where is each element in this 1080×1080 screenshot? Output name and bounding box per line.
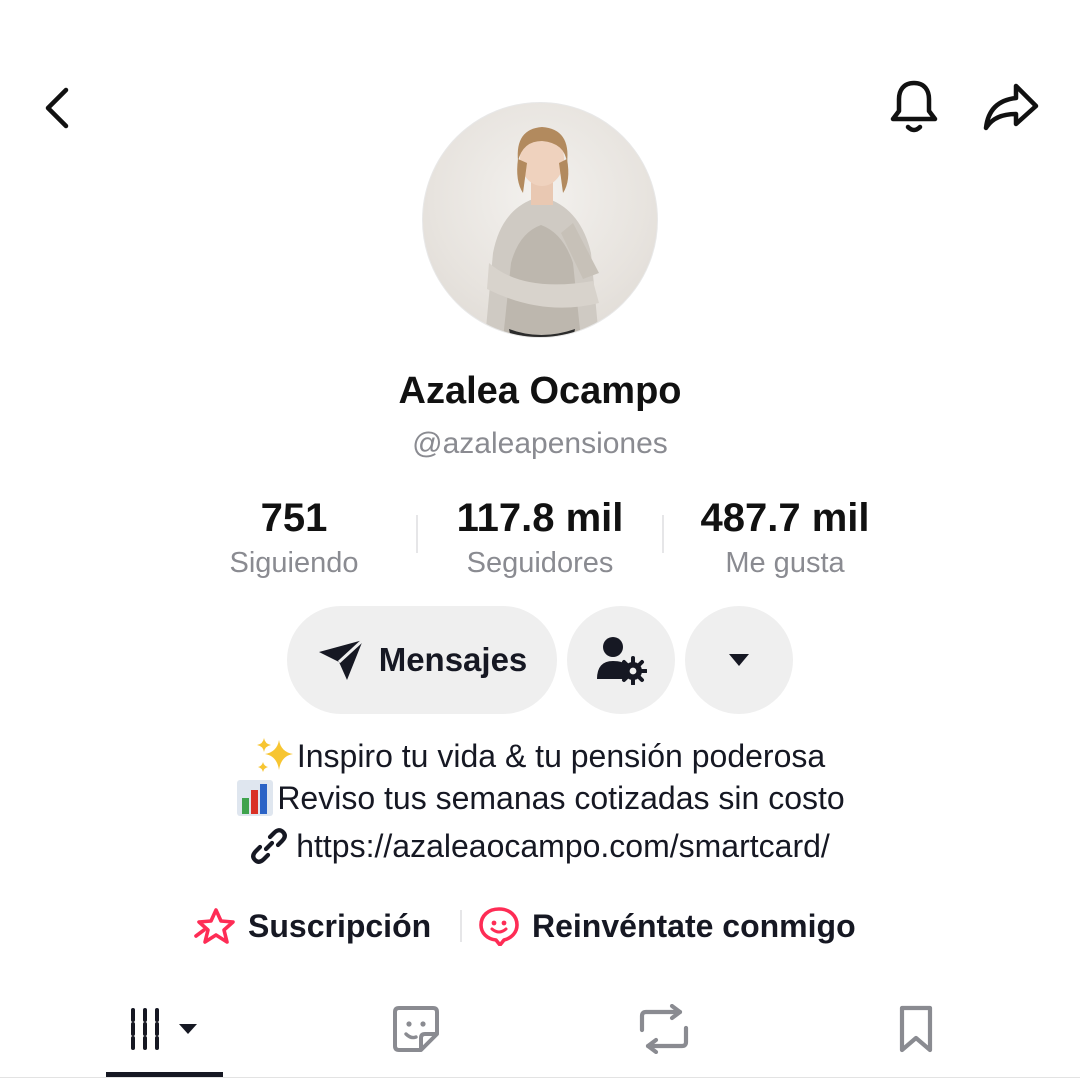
bio-line: Inspiro tu vida & tu pensión poderosa (0, 734, 1080, 778)
reinvent-button[interactable]: Reinvéntate conmigo (478, 902, 856, 950)
profile-photo (485, 127, 599, 337)
likes-count: 487.7 mil (700, 496, 870, 540)
bio-link-text: https://azaleaocampo.com/smartcard/ (296, 828, 830, 864)
stat-divider (416, 515, 418, 553)
avatar[interactable] (422, 102, 658, 338)
repost-icon (639, 1004, 689, 1054)
stat-divider (662, 515, 664, 553)
tab-bar-divider (0, 1077, 1080, 1078)
followers-count: 117.8 mil (456, 496, 624, 540)
chat-smile-icon (479, 907, 519, 946)
bar-chart-icon (235, 778, 275, 818)
subscription-label: Suscripción (248, 907, 432, 944)
tab-stickers[interactable] (366, 994, 466, 1064)
bio-text-line1: Inspiro tu vida & tu pensión poderosa (296, 738, 826, 774)
user-gear-icon (597, 637, 647, 685)
chevron-left-icon (45, 87, 69, 129)
username[interactable]: @azaleapensiones (0, 427, 1080, 461)
bio-line: Reviso tus semanas cotizadas sin costo (0, 776, 1080, 820)
stat-following[interactable]: 751 Siguiendo (200, 494, 388, 583)
display-name: Azalea Ocampo (398, 370, 682, 412)
stat-likes[interactable]: 487.7 mil Me gusta (676, 494, 894, 583)
message-button[interactable]: Mensajes (287, 606, 557, 714)
subscription-button[interactable]: Suscripción (194, 902, 431, 950)
reinvent-label: Reinvéntate conmigo (532, 907, 856, 944)
sparkles-icon (255, 736, 295, 776)
link-icon (251, 828, 288, 864)
following-label: Siguiendo (229, 547, 359, 579)
star-shooting-icon (194, 908, 235, 944)
following-count: 751 (260, 496, 328, 540)
paper-plane-icon (318, 638, 364, 680)
notifications-button[interactable] (882, 74, 946, 140)
back-button[interactable] (28, 78, 84, 138)
message-button-label: Mensajes (378, 641, 528, 678)
bio-link[interactable]: https://azaleaocampo.com/smartcard/ (0, 824, 1080, 868)
share-button[interactable] (976, 74, 1046, 140)
bio-text-line2: Reviso tus semanas cotizadas sin costo (277, 780, 845, 816)
profile-page: Azalea Ocampo @azaleapensiones 751 Sigui… (0, 0, 1080, 1080)
share-arrow-icon (983, 83, 1039, 131)
feature-divider (460, 910, 462, 942)
followers-label: Seguidores (466, 547, 614, 579)
more-options-button[interactable] (685, 606, 793, 714)
sticker-icon (393, 1006, 439, 1052)
tab-videos[interactable] (106, 994, 223, 1064)
tab-saved[interactable] (866, 994, 966, 1064)
bell-icon (890, 80, 938, 133)
bookmark-icon (899, 1005, 933, 1053)
stat-followers[interactable]: 117.8 mil Seguidores (434, 494, 646, 583)
caret-down-icon (729, 654, 749, 666)
tab-reposts[interactable] (614, 994, 714, 1064)
user-settings-button[interactable] (567, 606, 675, 714)
likes-label: Me gusta (725, 547, 845, 579)
grid-icon (130, 1008, 197, 1050)
